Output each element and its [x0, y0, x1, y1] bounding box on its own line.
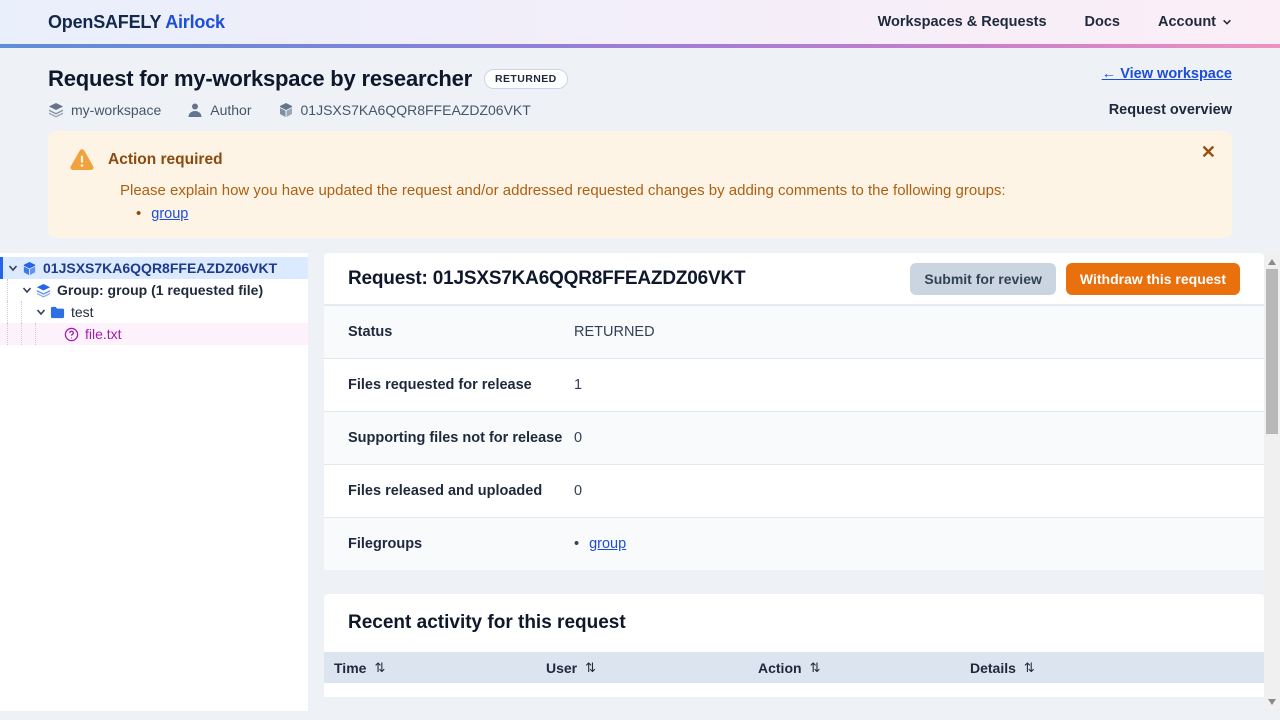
request-heading: Request: 01JSXS7KA6QQR8FFEAZDZ06VKT: [348, 268, 745, 290]
layers-icon: [36, 283, 51, 298]
page-header: Request for my-workspace by researcher R…: [0, 48, 1280, 118]
brand-secondary: Airlock: [165, 12, 225, 32]
detail-value: RETURNED: [574, 324, 655, 340]
tree-item-label: test: [71, 304, 94, 320]
help-circle-icon: [64, 327, 79, 342]
sort-icon[interactable]: ⇅: [810, 660, 821, 676]
brand-primary: OpenSAFELY: [48, 12, 161, 32]
detail-row-status: Status RETURNED: [324, 305, 1264, 358]
main-panel: Request: 01JSXS7KA6QQR8FFEAZDZ06VKT Subm…: [324, 253, 1264, 711]
status-badge: RETURNED: [484, 69, 568, 90]
author-meta: Author: [187, 102, 251, 118]
detail-row-files-released: Files released and uploaded 0: [324, 464, 1264, 517]
chevron-down-icon: [1222, 17, 1232, 27]
cube-icon: [278, 102, 294, 118]
column-header-details[interactable]: Details ⇅: [960, 660, 1264, 676]
tree-item-label: 01JSXS7KA6QQR8FFEAZDZ06VKT: [43, 260, 277, 276]
close-icon[interactable]: ✕: [1201, 143, 1216, 161]
recent-activity-card: Recent activity for this request Time ⇅ …: [324, 594, 1264, 697]
alert-group-link[interactable]: group: [151, 206, 188, 222]
detail-value: 0: [574, 430, 582, 446]
nav-account-menu[interactable]: Account: [1158, 14, 1232, 30]
detail-label: Status: [348, 324, 574, 340]
activity-table-row-partial: [324, 683, 1264, 697]
detail-value: 0: [574, 483, 582, 499]
tree-item-group[interactable]: Group: group (1 requested file): [0, 279, 308, 301]
tree-indent-guide: [7, 323, 21, 345]
column-label: User: [546, 660, 577, 676]
detail-row-filegroups: Filegroups • group: [324, 517, 1264, 570]
top-navbar: OpenSAFELY Airlock Workspaces & Requests…: [0, 0, 1280, 44]
request-id-meta: 01JSXS7KA6QQR8FFEAZDZ06VKT: [278, 102, 531, 118]
alert-title: Action required: [108, 151, 223, 169]
warning-triangle-icon: [68, 146, 96, 174]
page-title: Request for my-workspace by researcher: [48, 66, 472, 92]
request-details-card: Request: 01JSXS7KA6QQR8FFEAZDZ06VKT Subm…: [324, 253, 1264, 570]
chevron-down-icon[interactable]: [21, 284, 33, 296]
column-header-action[interactable]: Action ⇅: [748, 660, 960, 676]
detail-label: Filegroups: [348, 536, 574, 552]
file-tree-panel: 01JSXS7KA6QQR8FFEAZDZ06VKT Group: group …: [0, 253, 308, 711]
tree-indent-guide: [21, 301, 35, 323]
activity-table-header: Time ⇅ User ⇅ Action ⇅ Details ⇅: [324, 652, 1264, 683]
submit-for-review-button[interactable]: Submit for review: [910, 263, 1055, 295]
folder-icon: [50, 305, 65, 320]
sort-icon[interactable]: ⇅: [585, 660, 596, 676]
column-label: Time: [334, 660, 366, 676]
user-icon: [187, 102, 203, 118]
tree-indent-guide: [7, 279, 21, 301]
withdraw-request-button[interactable]: Withdraw this request: [1066, 263, 1240, 295]
author-label: Author: [210, 102, 251, 118]
nav-account-label: Account: [1158, 14, 1216, 30]
detail-label: Files requested for release: [348, 377, 574, 393]
column-header-time[interactable]: Time ⇅: [324, 660, 536, 676]
column-header-user[interactable]: User ⇅: [536, 660, 748, 676]
bullet-icon: •: [136, 205, 141, 222]
chevron-down-icon[interactable]: [35, 306, 47, 318]
request-id: 01JSXS7KA6QQR8FFEAZDZ06VKT: [301, 102, 531, 118]
view-workspace-link[interactable]: ← View workspace: [1102, 66, 1232, 82]
tree-item-label: file.txt: [85, 326, 122, 342]
detail-value: 1: [574, 377, 582, 393]
layers-icon: [48, 102, 64, 118]
tree-indent-guide: [7, 301, 21, 323]
recent-activity-heading: Recent activity for this request: [348, 612, 626, 633]
tree-item-file-txt[interactable]: file.txt: [0, 323, 308, 345]
scroll-down-arrow-icon[interactable]: [1268, 699, 1276, 705]
tree-item-folder-test[interactable]: test: [0, 301, 308, 323]
detail-row-files-requested: Files requested for release 1: [324, 358, 1264, 411]
nav-links: Workspaces & Requests Docs Account: [878, 14, 1232, 30]
alert-group-item: • group: [136, 205, 1212, 222]
nav-workspaces-requests[interactable]: Workspaces & Requests: [878, 14, 1047, 30]
workspace-name: my-workspace: [71, 102, 161, 118]
column-label: Details: [970, 660, 1016, 676]
nav-docs[interactable]: Docs: [1085, 14, 1120, 30]
action-required-alert: Action required Please explain how you h…: [48, 131, 1232, 238]
tree-item-request[interactable]: 01JSXS7KA6QQR8FFEAZDZ06VKT: [0, 257, 308, 279]
tree-indent-guide: [35, 323, 49, 345]
cube-icon: [22, 261, 37, 276]
column-label: Action: [758, 660, 802, 676]
detail-label: Files released and uploaded: [348, 483, 574, 499]
filegroup-link[interactable]: group: [589, 536, 626, 552]
tree-indent-guide: [21, 323, 35, 345]
bullet-icon: •: [574, 536, 579, 552]
request-overview-label: Request overview: [1109, 102, 1232, 118]
sort-icon[interactable]: ⇅: [374, 660, 385, 676]
tree-item-label: Group: group (1 requested file): [57, 282, 263, 298]
chevron-down-icon[interactable]: [7, 262, 19, 274]
vertical-scrollbar[interactable]: [1264, 253, 1280, 711]
scrollbar-thumb[interactable]: [1266, 269, 1278, 434]
workspace-meta: my-workspace: [48, 102, 161, 118]
scroll-up-arrow-icon[interactable]: [1268, 259, 1276, 265]
alert-message: Please explain how you have updated the …: [120, 182, 1212, 199]
sort-icon[interactable]: ⇅: [1024, 660, 1035, 676]
detail-row-supporting-files: Supporting files not for release 0: [324, 411, 1264, 464]
detail-label: Supporting files not for release: [348, 430, 574, 446]
content-area: 01JSXS7KA6QQR8FFEAZDZ06VKT Group: group …: [0, 253, 1280, 711]
brand-logo[interactable]: OpenSAFELY Airlock: [48, 12, 225, 33]
